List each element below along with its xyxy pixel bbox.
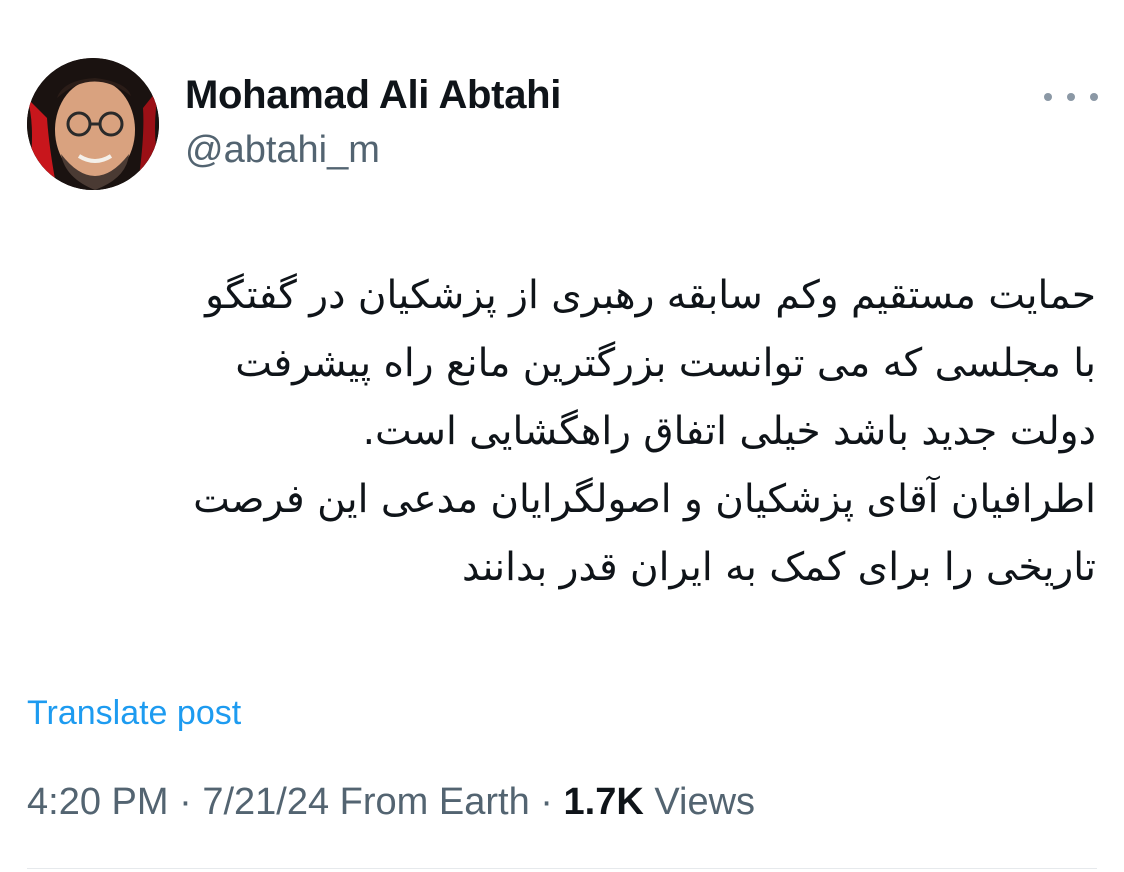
more-horizontal-icon-dot xyxy=(1067,93,1075,101)
views-count[interactable]: 1.7K xyxy=(564,781,644,823)
more-options-button[interactable] xyxy=(1044,82,1098,112)
translate-post-link[interactable]: Translate post xyxy=(27,694,241,733)
post-time[interactable]: 4:20 PM xyxy=(27,781,169,823)
avatar-image xyxy=(27,58,159,190)
meta-separator: · xyxy=(168,781,203,823)
tweet-metadata: 4:20 PM · 7/21/24 From Earth · 1.7K View… xyxy=(27,781,755,824)
post-source: From Earth xyxy=(339,781,530,823)
author-name[interactable]: Mohamad Ali Abtahi xyxy=(185,73,561,118)
tweet-text: حمایت مستقیم وکم سابقه رهبری از پزشکیان … xyxy=(16,262,1096,602)
tweet-card: Mohamad Ali Abtahi @abtahi_m حمایت مستقی… xyxy=(0,0,1124,872)
avatar[interactable] xyxy=(27,58,159,190)
more-horizontal-icon-dot xyxy=(1090,93,1098,101)
tweet-text-line: تاریخی را برای کمک به ایران قدر بدانند xyxy=(462,545,1096,590)
tweet-text-line: اطرافیان آقای پزشکیان و اصولگرایان مدعی … xyxy=(193,477,1096,522)
tweet-text-line: با مجلسی که می توانست بزرگترین مانع راه … xyxy=(235,341,1096,386)
views-label[interactable]: Views xyxy=(654,781,755,823)
post-date[interactable]: 7/21/24 xyxy=(202,781,329,823)
more-horizontal-icon xyxy=(1044,93,1052,101)
author-handle[interactable]: @abtahi_m xyxy=(185,129,380,172)
tweet-text-line: حمایت مستقیم وکم سابقه رهبری از پزشکیان … xyxy=(205,273,1096,318)
divider xyxy=(27,868,1097,869)
tweet-text-line: دولت جدید باشد خیلی اتفاق راهگشایی است. xyxy=(362,409,1096,454)
meta-separator: · xyxy=(529,781,564,823)
